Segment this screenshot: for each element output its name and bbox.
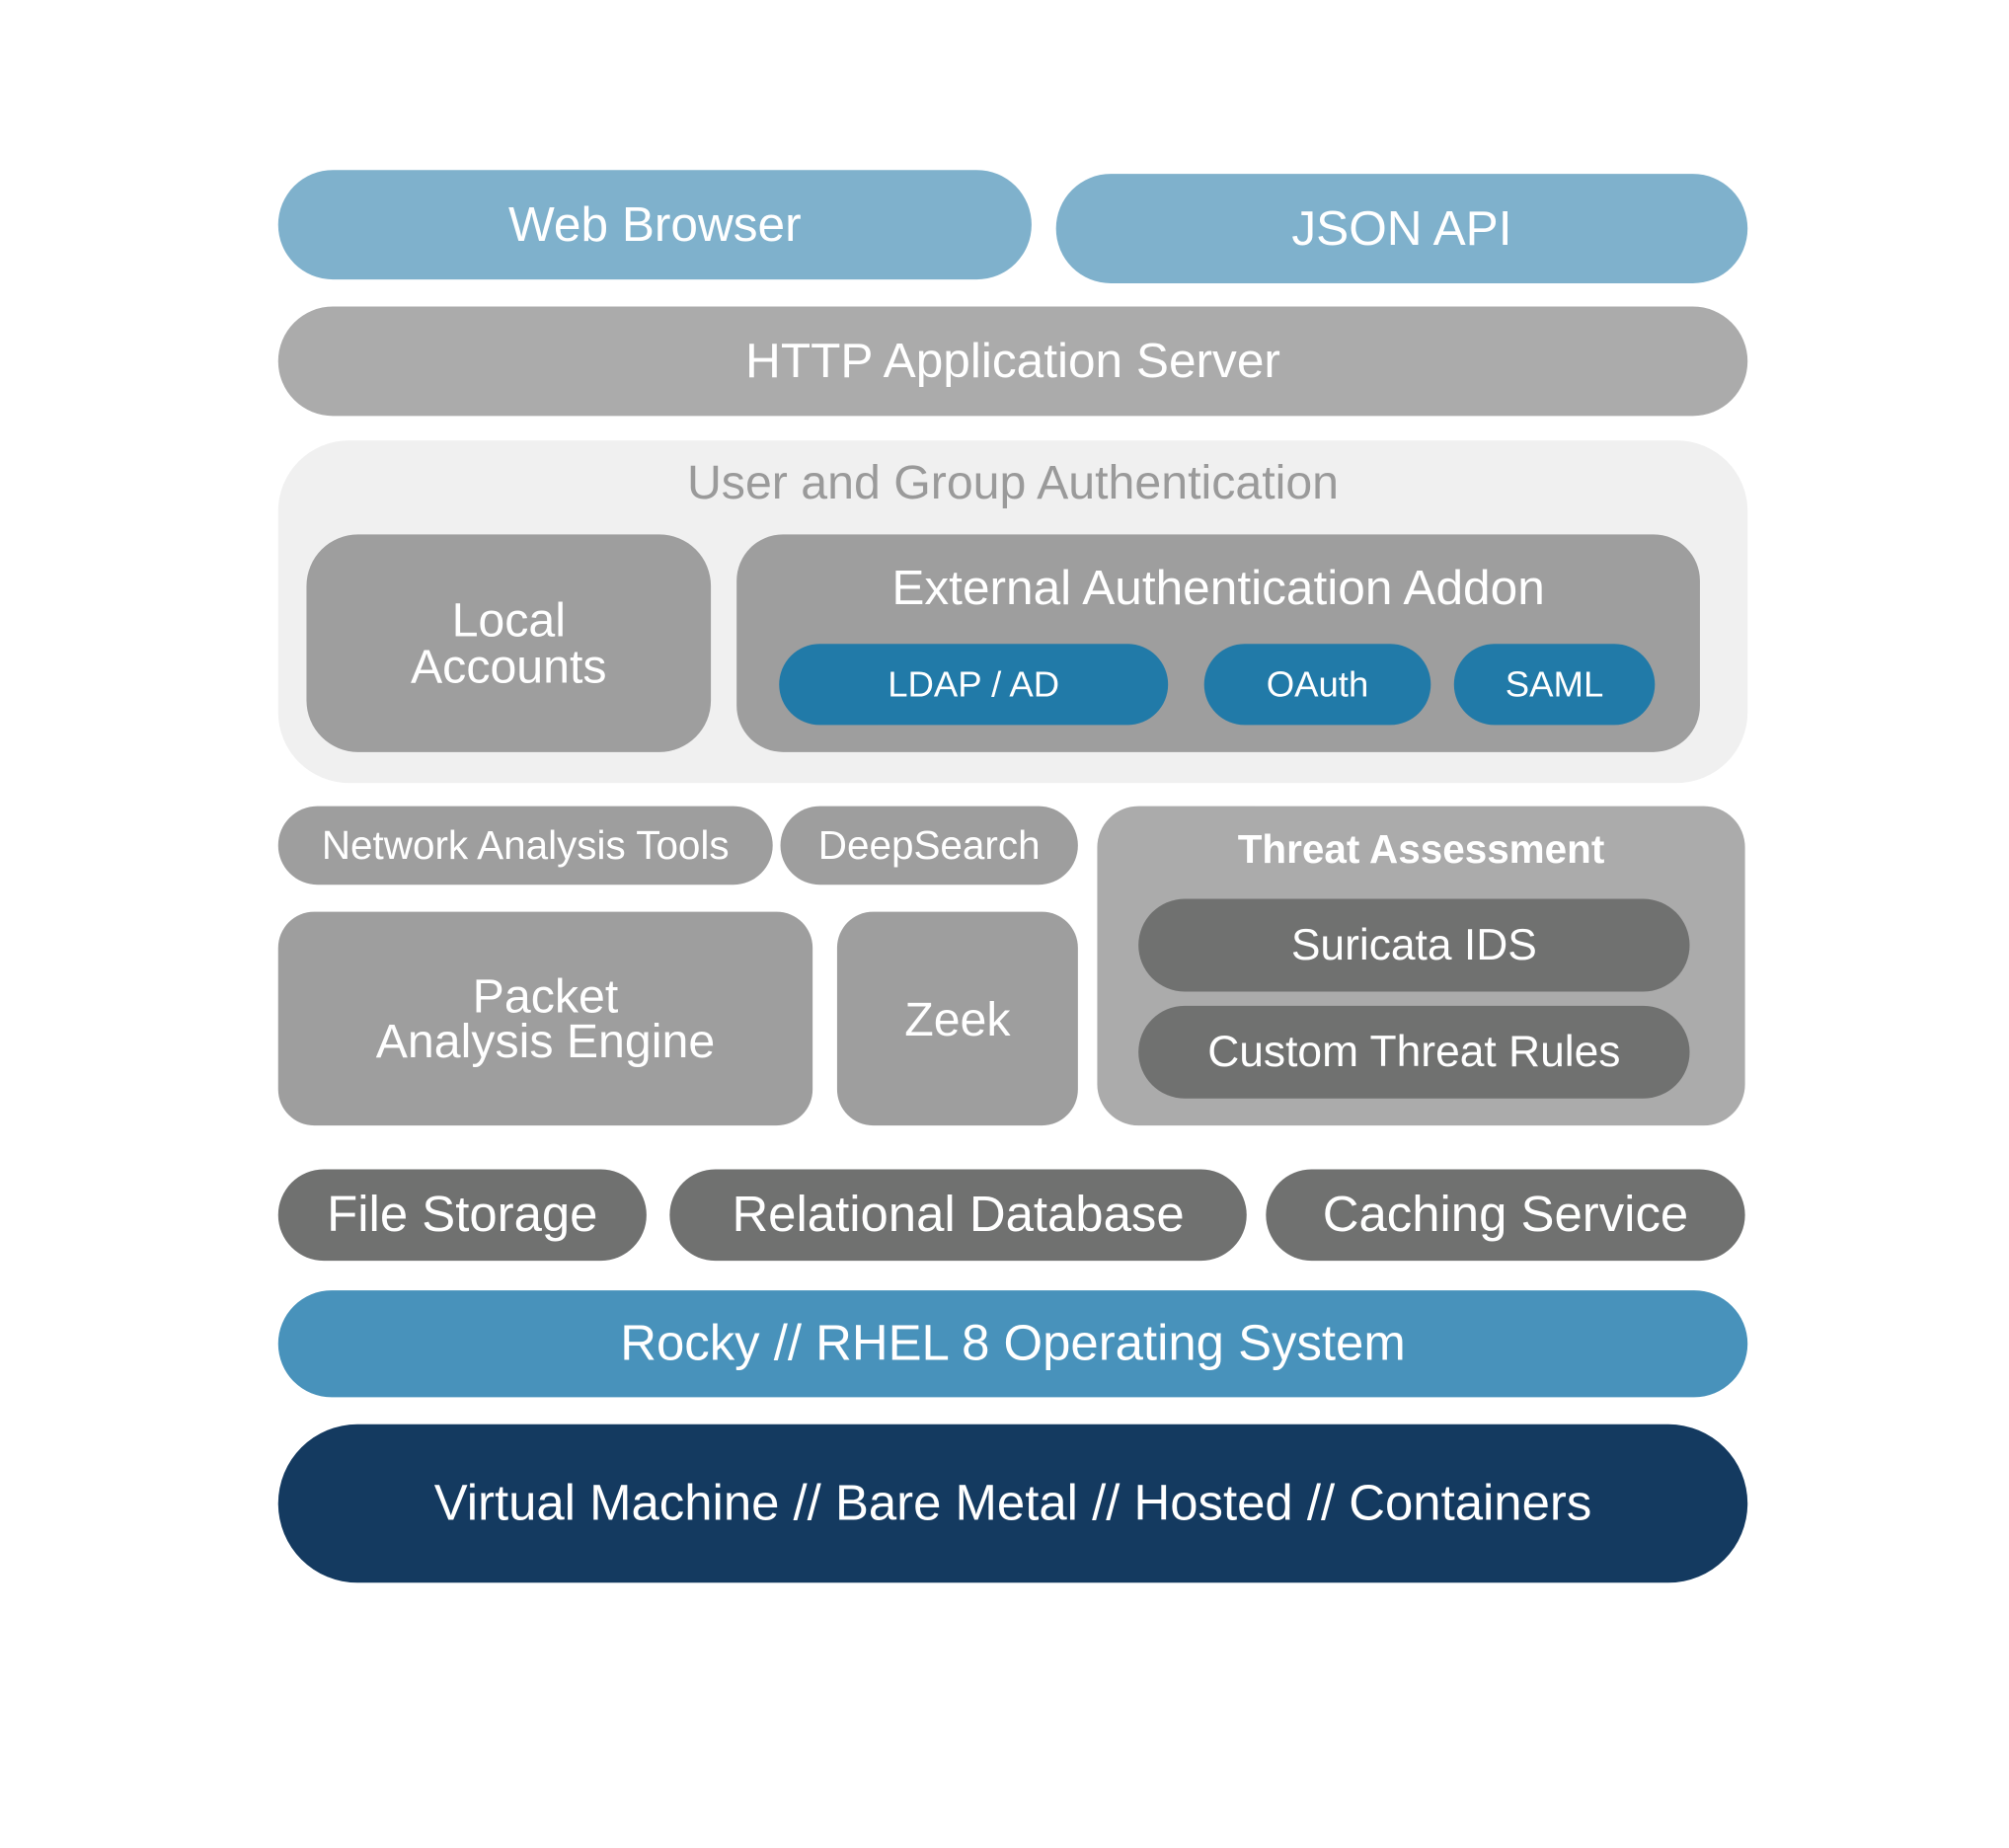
local-accounts-label-1: Local [451,593,566,648]
packet-engine-block: Packet Analysis Engine [277,911,813,1126]
zeek-block: Zeek [836,911,1078,1126]
custom-rules-block: Custom Threat Rules [1138,1005,1690,1099]
network-tools-label: Network Analysis Tools [321,822,730,869]
web-browser-block: Web Browser [277,170,1032,280]
http-server-label: HTTP Application Server [745,334,1280,389]
web-browser-label: Web Browser [508,197,802,253]
suricata-block: Suricata IDS [1138,898,1690,992]
architecture-diagram: Web Browser JSON API HTTP Application Se… [0,0,2009,1848]
relational-db-label: Relational Database [732,1187,1185,1243]
os-block: Rocky // RHEL 8 Operating System [277,1290,1748,1398]
file-storage-block: File Storage [277,1169,647,1262]
saml-label: SAML [1505,663,1604,704]
platform-label: Virtual Machine // Bare Metal // Hosted … [433,1475,1592,1532]
ldap-label: LDAP / AD [888,663,1060,704]
deepsearch-block: DeepSearch [780,806,1078,886]
relational-db-block: Relational Database [669,1169,1247,1262]
local-accounts-block: Local Accounts [306,534,712,752]
network-tools-block: Network Analysis Tools [277,806,773,886]
caching-service-block: Caching Service [1266,1169,1745,1262]
json-api-label: JSON API [1291,201,1512,256]
oauth-label: OAuth [1266,663,1369,704]
zeek-label: Zeek [904,992,1011,1045]
custom-rules-label: Custom Threat Rules [1207,1027,1621,1077]
threat-assessment-title: Threat Assessment [1237,826,1605,873]
packet-engine-label-1: Packet [472,969,619,1023]
packet-engine-label-2: Analysis Engine [375,1014,716,1068]
oauth-block: OAuth [1203,644,1431,726]
caching-service-label: Caching Service [1322,1187,1689,1243]
suricata-label: Suricata IDS [1290,920,1537,970]
deepsearch-label: DeepSearch [817,822,1041,869]
auth-title: User and Group Authentication [686,455,1340,509]
http-server-block: HTTP Application Server [277,306,1748,417]
saml-block: SAML [1453,644,1656,726]
ldap-block: LDAP / AD [779,644,1169,726]
json-api-block: JSON API [1055,174,1748,283]
platform-block: Virtual Machine // Bare Metal // Hosted … [277,1424,1748,1583]
external-auth-title: External Authentication Addon [891,561,1545,616]
os-label: Rocky // RHEL 8 Operating System [620,1316,1406,1372]
file-storage-label: File Storage [327,1187,598,1243]
local-accounts-label-2: Accounts [410,639,607,693]
